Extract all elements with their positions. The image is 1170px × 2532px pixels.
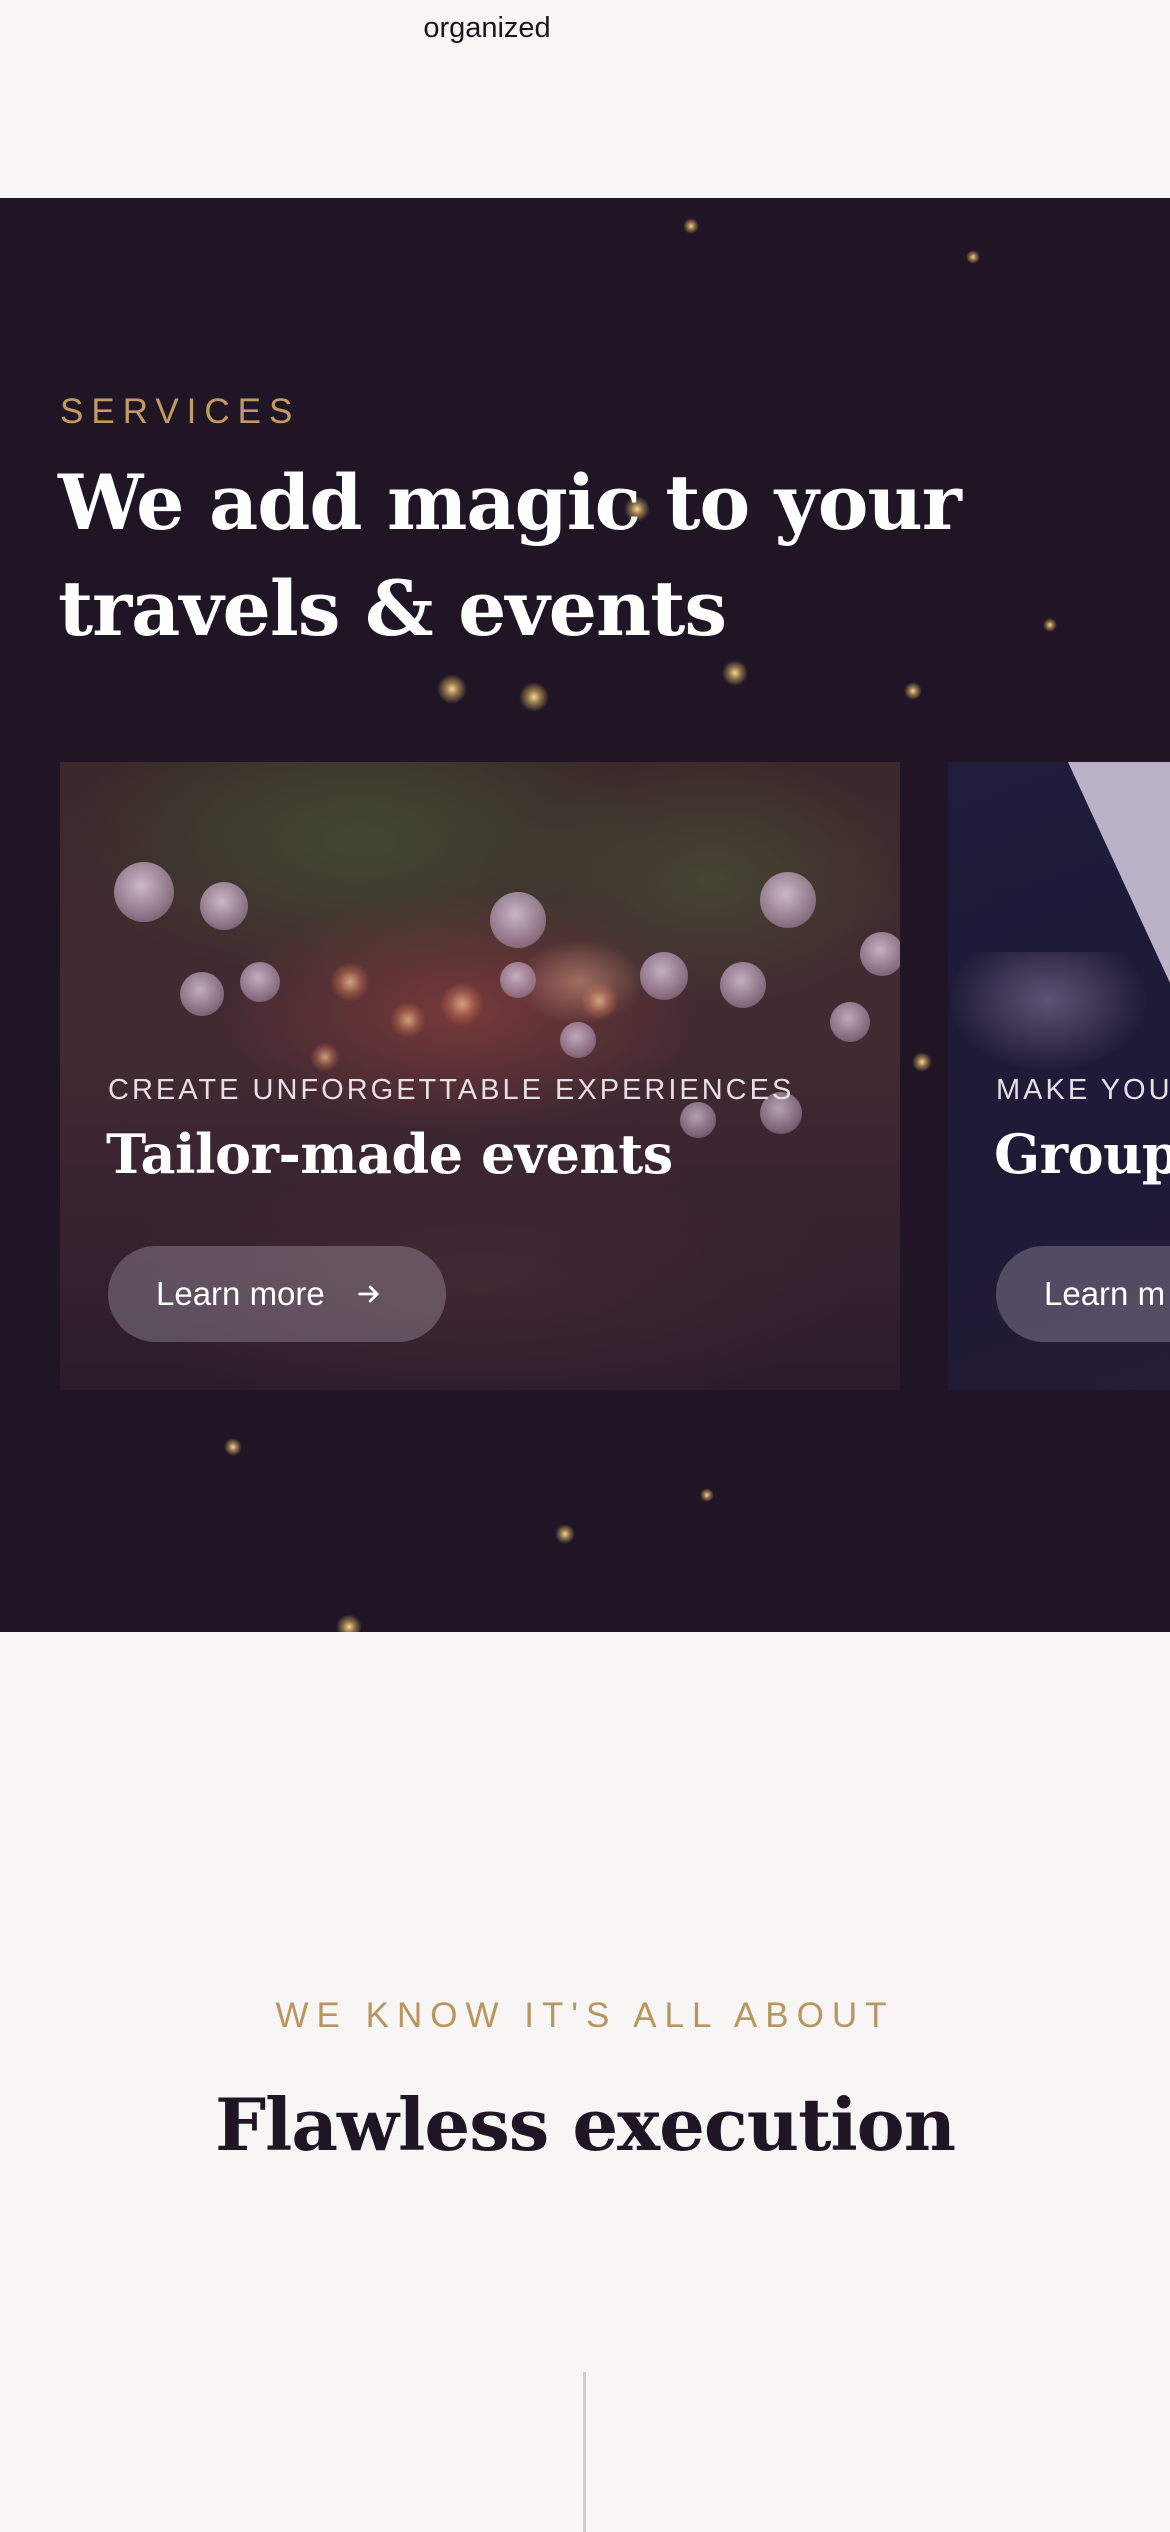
feature-caption: organized (423, 12, 551, 44)
sparkle-decoration (437, 674, 467, 704)
timeline-divider (583, 2372, 586, 2532)
sparkle-decoration (722, 660, 748, 686)
learn-more-button[interactable]: Learn m (996, 1246, 1170, 1342)
learn-more-button[interactable]: Learn more (108, 1246, 446, 1342)
card-eyebrow: MAKE YOU (996, 1074, 1170, 1106)
services-section: SERVICES We add magic to your travels & … (0, 198, 1170, 1632)
services-eyebrow: SERVICES (60, 392, 301, 431)
service-card-groups[interactable]: MAKE YOU Groups Learn m (948, 762, 1170, 1390)
arrow-right-icon (358, 1285, 379, 1303)
sparkle-decoration (336, 1614, 362, 1632)
sparkle-decoration (904, 682, 922, 700)
card-title: Tailor-made events (106, 1122, 673, 1186)
card-image-shade (948, 952, 1148, 1072)
flawless-execution-section: WE KNOW IT'S ALL ABOUT Flawless executio… (0, 1632, 1170, 2532)
sparkle-decoration (966, 250, 980, 264)
flawless-eyebrow: WE KNOW IT'S ALL ABOUT (275, 1996, 895, 2035)
learn-more-label: Learn m (1044, 1275, 1166, 1312)
sparkle-decoration (683, 218, 699, 234)
sparkle-decoration (555, 1524, 575, 1544)
sparkle-decoration (519, 682, 549, 712)
sparkle-decoration (700, 1488, 714, 1502)
sparkle-decoration (912, 1052, 932, 1072)
page: p p organized SERVICES We add magic to y… (0, 0, 1170, 2532)
card-title: Groups (994, 1122, 1170, 1186)
sparkle-decoration (224, 1438, 242, 1456)
learn-more-label: Learn more (156, 1275, 325, 1312)
services-heading: We add magic to your travels & events (58, 458, 962, 653)
card-eyebrow: CREATE UNFORGETTABLE EXPERIENCES (108, 1074, 795, 1106)
service-card-tailor-made-events[interactable]: CREATE UNFORGETTABLE EXPERIENCES Tailor-… (60, 762, 900, 1390)
flawless-heading: Flawless execution (214, 2082, 956, 2167)
top-partial-section: p p organized (0, 0, 1170, 198)
